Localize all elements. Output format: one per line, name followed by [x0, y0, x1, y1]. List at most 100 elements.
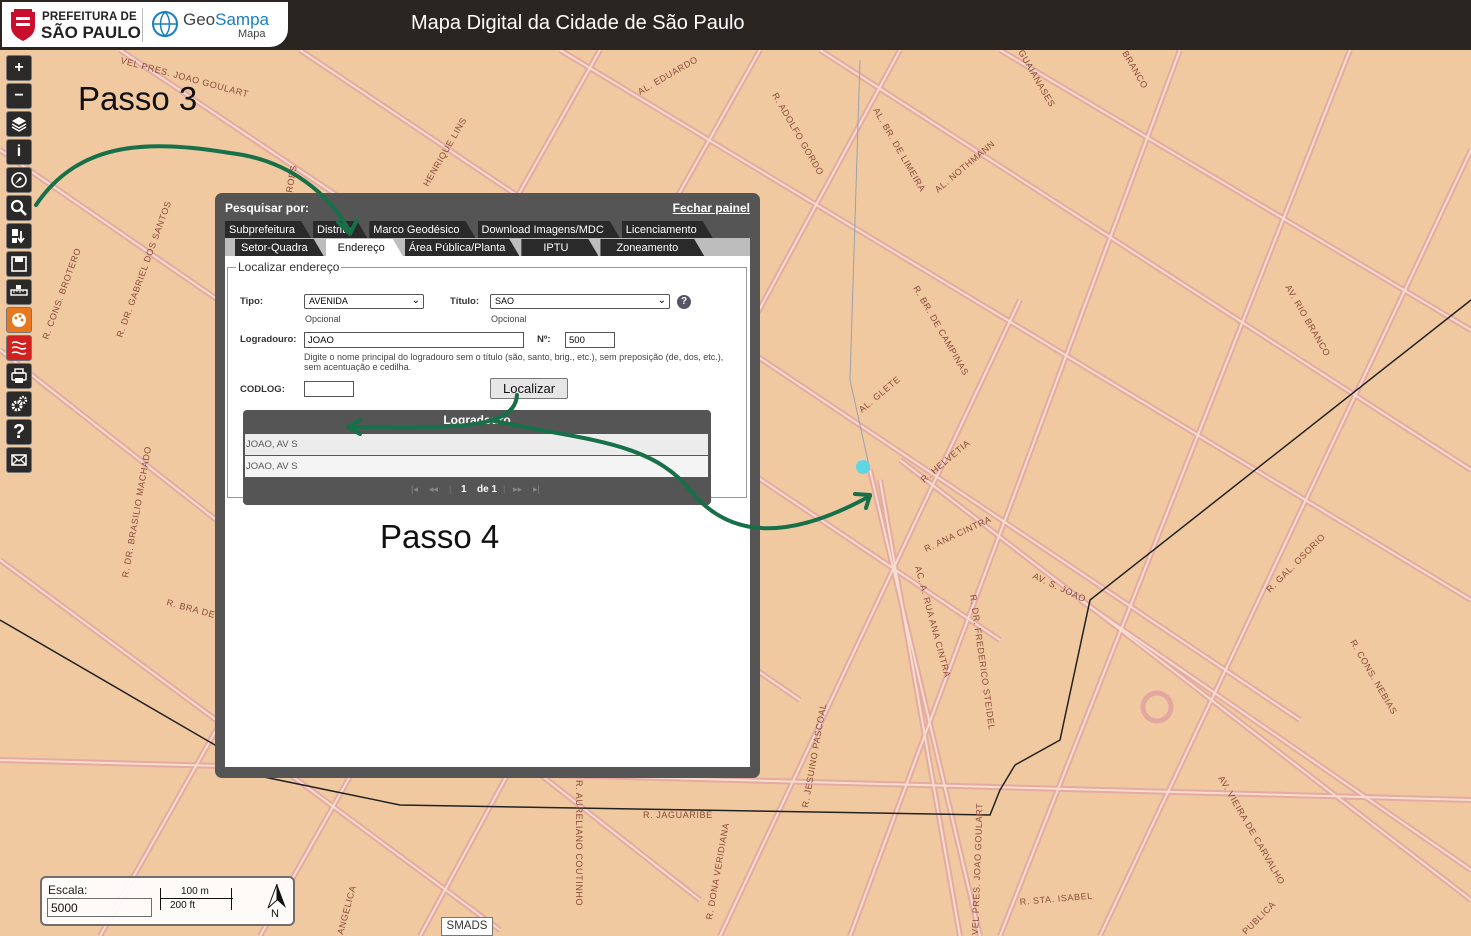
- route-icon: [12, 229, 25, 244]
- print-button[interactable]: [6, 363, 32, 389]
- tab-distrito[interactable]: Distrito: [313, 221, 367, 238]
- tab-marco-geodesico[interactable]: Marco Geodésico: [369, 221, 475, 238]
- wave-icon: [11, 341, 27, 355]
- titulo-select[interactable]: SAO ⌄: [490, 294, 670, 309]
- tabs-row-1: Subprefeitura Distrito Marco Geodésico D…: [225, 221, 715, 238]
- tab-iptu[interactable]: IPTU: [521, 239, 598, 256]
- logo[interactable]: PREFEITURA DE SÃO PAULO GeoSampa Mapa: [2, 2, 288, 47]
- first-page-icon[interactable]: |◂: [411, 484, 418, 495]
- smads-badge[interactable]: SMADS: [441, 917, 493, 936]
- tab-area-publica[interactable]: Área Pública/Planta: [405, 239, 520, 256]
- tab-licenciamento[interactable]: Licenciamento: [622, 221, 713, 238]
- form-legend: Localizar endereço: [238, 260, 340, 274]
- layers-icon: [11, 117, 27, 132]
- printer-icon: [11, 368, 27, 383]
- info-icon: i: [16, 143, 22, 160]
- heatmap-button[interactable]: [6, 335, 32, 361]
- minus-icon: −: [14, 87, 24, 104]
- tab-zoneamento[interactable]: Zoneamento: [600, 239, 704, 256]
- locate-address-form: Localizar endereço Tipo: AVENIDA ⌄ Opcio…: [227, 260, 747, 505]
- logo-divider: [142, 8, 143, 42]
- zoom-in-button[interactable]: +: [6, 55, 32, 81]
- measure-button[interactable]: [6, 167, 32, 193]
- brand-name: GeoSampa: [183, 10, 269, 30]
- step4-label: Passo 4: [380, 518, 500, 555]
- zoom-out-button[interactable]: −: [6, 83, 32, 109]
- titulo-hint: Opcional: [491, 314, 527, 324]
- save-button[interactable]: [6, 251, 32, 277]
- location-marker: [856, 460, 870, 474]
- tab-download[interactable]: Download Imagens/MDC: [478, 221, 620, 238]
- info-button[interactable]: i: [6, 139, 32, 165]
- map-toolbar: + − i ?: [6, 55, 33, 475]
- numero-label: Nº:: [537, 334, 551, 345]
- codlog-label: CODLOG:: [240, 384, 285, 395]
- map-label: R. AURELIANO COUTINHO: [574, 780, 584, 906]
- search-panel: Pesquisar por: Fechar painel Subprefeitu…: [215, 193, 760, 778]
- table-row[interactable]: JOAO, AV S: [245, 456, 708, 477]
- city-emblem-icon: [11, 9, 35, 41]
- panel-body: Localizar endereço Tipo: AVENIDA ⌄ Opcio…: [225, 256, 750, 767]
- tab-setor-quadra[interactable]: Setor-Quadra: [235, 239, 324, 256]
- org-line1: PREFEITURA DE: [42, 11, 137, 23]
- brand-sampa: Sampa: [215, 10, 270, 29]
- tab-endereco[interactable]: Endereço: [326, 239, 403, 256]
- tipo-hint: Opcional: [305, 314, 341, 324]
- brand-sub: Mapa: [238, 28, 266, 40]
- results-header: Logradouro: [443, 413, 511, 427]
- codlog-input[interactable]: [304, 381, 354, 397]
- logradouro-input[interactable]: [304, 332, 524, 348]
- localizar-button[interactable]: Localizar: [490, 378, 569, 399]
- route-button[interactable]: [6, 223, 32, 249]
- titulo-value: SAO: [495, 296, 515, 306]
- ruler-icon: [10, 285, 28, 296]
- north-label: N: [271, 908, 279, 920]
- tipo-value: AVENIDA: [309, 296, 348, 306]
- search-icon: [10, 199, 27, 216]
- chevron-down-icon: ⌄: [411, 295, 420, 306]
- save-icon: [11, 256, 27, 272]
- scale-feet: 200 ft: [170, 900, 196, 911]
- results-grid: Logradouro JOAO, AV S JOAO, AV S |◂ ◂◂ |…: [243, 410, 711, 505]
- palette-icon: [12, 313, 26, 327]
- next-page-icon[interactable]: ▸▸: [513, 484, 522, 495]
- last-page-icon[interactable]: ▸|: [533, 484, 540, 495]
- org-line2: SÃO PAULO: [41, 23, 141, 42]
- app-header: PREFEITURA DE SÃO PAULO GeoSampa Mapa Ma…: [0, 0, 1471, 50]
- tipo-select[interactable]: AVENIDA ⌄: [304, 294, 424, 309]
- step3-label: Passo 3: [78, 80, 198, 117]
- map-label: R. JAGUARIBE: [643, 810, 713, 820]
- settings-button[interactable]: [6, 391, 32, 417]
- compass-icon: [11, 172, 27, 188]
- ruler-button[interactable]: [6, 279, 32, 305]
- table-row[interactable]: JOAO, AV S: [245, 434, 708, 455]
- panel-heading: Pesquisar por:: [225, 201, 310, 215]
- titulo-label: Título:: [450, 296, 480, 307]
- help-icon[interactable]: ?: [677, 295, 691, 309]
- search-button[interactable]: [6, 195, 32, 221]
- plus-icon: +: [14, 59, 24, 76]
- question-icon: ?: [12, 420, 26, 443]
- globe-icon: [152, 11, 178, 37]
- scale-label: Escala:: [48, 883, 88, 897]
- envelope-icon: [11, 454, 27, 466]
- prev-page-icon[interactable]: ◂◂: [429, 484, 438, 495]
- tipo-label: Tipo:: [240, 296, 264, 307]
- scale-input[interactable]: [47, 898, 152, 917]
- page-total: de 1: [477, 484, 498, 495]
- tabs-row-2: Setor-Quadra Endereço Área Pública/Plant…: [235, 239, 706, 256]
- chevron-down-icon: ⌄: [657, 295, 666, 306]
- palette-button[interactable]: [6, 307, 32, 333]
- page-title: Mapa Digital da Cidade de São Paulo: [411, 12, 745, 34]
- contact-button[interactable]: [6, 447, 32, 473]
- layers-button[interactable]: [6, 111, 32, 137]
- help-button[interactable]: ?: [6, 419, 32, 445]
- scale-widget: Escala: 100 m 200 ft N: [40, 876, 295, 926]
- logradouro-hint: Digite o nome principal do logradouro se…: [304, 352, 724, 372]
- close-panel-link[interactable]: Fechar painel: [673, 201, 750, 215]
- page-number: 1: [461, 484, 467, 495]
- numero-input[interactable]: [565, 332, 615, 348]
- gears-icon: [11, 395, 28, 412]
- tab-subprefeitura[interactable]: Subprefeitura: [225, 221, 311, 238]
- scale-meters: 100 m: [181, 886, 209, 897]
